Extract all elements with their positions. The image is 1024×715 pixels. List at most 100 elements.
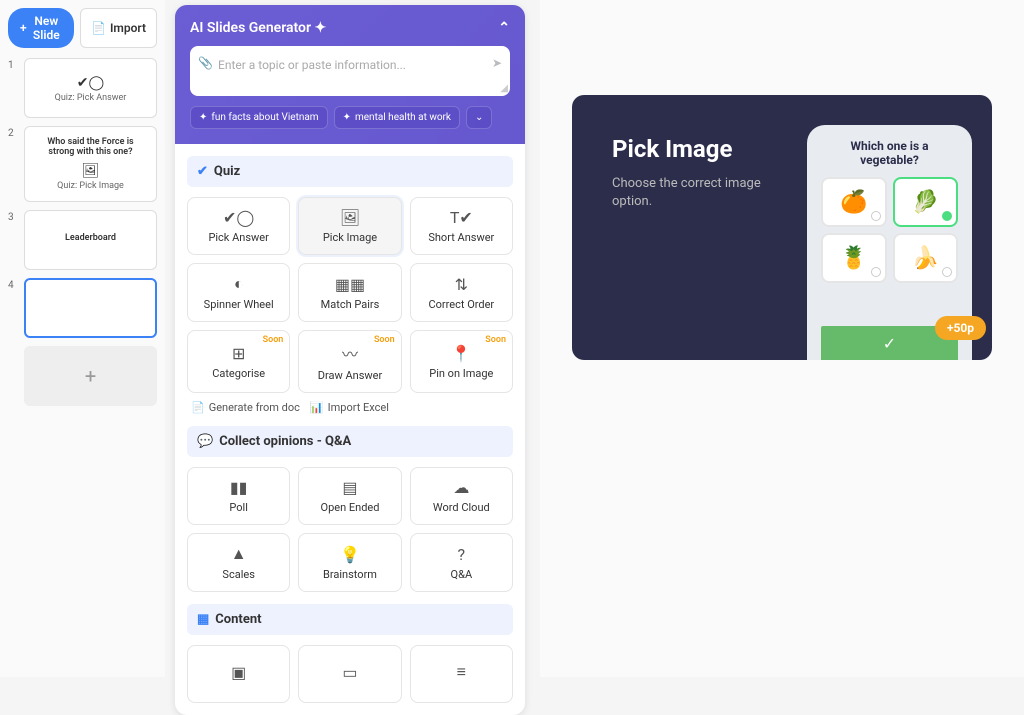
sparkle-icon: ✦ <box>343 112 351 123</box>
layout-icon: ▭ <box>342 663 357 682</box>
attachment-icon[interactable]: 📎 <box>198 56 213 70</box>
ai-topic-input[interactable] <box>198 58 502 72</box>
slide-number: 3 <box>8 210 18 270</box>
opinions-tiles: ▮▮Poll ▤Open Ended ☁Word Cloud ▲Scales 💡… <box>187 467 513 592</box>
tile-match-pairs[interactable]: ▦▦Match Pairs <box>298 263 401 322</box>
slide-card[interactable]: Leaderboard <box>24 210 157 270</box>
section-title: Quiz <box>214 164 240 179</box>
slide-number: 4 <box>8 278 18 338</box>
tile-pick-image[interactable]: 🖼 Pick Image <box>298 197 401 255</box>
tile-content-2[interactable]: ▭ <box>298 645 401 703</box>
slide-title: Leaderboard <box>65 233 116 243</box>
section-title: Content <box>215 612 261 627</box>
content-icon: ▦ <box>197 612 209 627</box>
radio-icon <box>942 211 952 221</box>
phone-question: Which one is a vegetable? <box>821 139 958 167</box>
tile-label: Word Cloud <box>433 501 490 514</box>
option-emoji: 🍍 <box>840 246 867 271</box>
suggestion-text: fun facts about Vietnam <box>211 112 318 123</box>
slide-thumb-1: 1 ✔◯ Quiz: Pick Answer <box>8 58 157 118</box>
tile-poll[interactable]: ▮▮Poll <box>187 467 290 525</box>
sidebar-toolbar: + New Slide 📄 Import <box>8 8 157 48</box>
tile-draw-answer[interactable]: Soon〰Draw Answer <box>298 330 401 393</box>
tile-categorise[interactable]: Soon⊞Categorise <box>187 330 290 393</box>
ai-suggestions: ✦ fun facts about Vietnam ✦ mental healt… <box>190 106 510 129</box>
slide-type-icon: ✔◯ <box>77 75 104 91</box>
quiz-section-header: ✔ Quiz <box>187 156 513 187</box>
ai-generator-header: AI Slides Generator ✦ ⌃ <box>190 20 510 36</box>
radio-icon <box>871 267 881 277</box>
tile-spinner-wheel[interactable]: ◐ Spinner Wheel <box>187 263 290 322</box>
tile-open-ended[interactable]: ▤Open Ended <box>298 467 401 525</box>
slide-thumb-4: 4 <box>8 278 157 338</box>
layout-icon: ▣ <box>231 663 246 682</box>
new-slide-button[interactable]: + New Slide <box>8 8 74 48</box>
soon-badge: Soon <box>485 335 506 345</box>
plus-icon: + <box>85 364 96 388</box>
collapse-icon[interactable]: ⌃ <box>498 20 510 36</box>
tile-label: Brainstorm <box>323 568 377 581</box>
slide-card-selected[interactable] <box>24 278 157 338</box>
chat-icon: 💬 <box>197 434 213 449</box>
import-excel-link[interactable]: 📊Import Excel <box>310 401 389 414</box>
preview-text: Pick Image Choose the correct image opti… <box>572 95 807 360</box>
slide-card[interactable]: Who said the Force is strong with this o… <box>24 126 157 202</box>
slide-thumb-2: 2 Who said the Force is strong with this… <box>8 126 157 202</box>
slide-thumb-3: 3 Leaderboard <box>8 210 157 270</box>
slide-subtitle: Quiz: Pick Answer <box>55 93 127 103</box>
tile-brainstorm[interactable]: 💡Brainstorm <box>298 533 401 592</box>
send-icon[interactable]: ➤ <box>492 56 502 70</box>
radio-icon <box>942 267 952 277</box>
slides-sidebar: + New Slide 📄 Import 1 ✔◯ Quiz: Pick Ans… <box>0 0 165 677</box>
add-slide-button[interactable]: + <box>24 346 157 406</box>
excel-icon: 📊 <box>310 401 324 414</box>
import-icon: 📄 <box>91 21 106 35</box>
check-circle-icon: ✔ <box>197 164 208 179</box>
tile-word-cloud[interactable]: ☁Word Cloud <box>410 467 513 525</box>
preview-area: Pick Image Choose the correct image opti… <box>540 0 1024 677</box>
tile-correct-order[interactable]: ⇅Correct Order <box>410 263 513 322</box>
preview-description: Choose the correct image option. <box>612 175 762 211</box>
spinner-icon: ◐ <box>234 274 244 294</box>
short-answer-icon: T✔ <box>450 208 473 227</box>
content-section-header: ▦ Content <box>187 604 513 635</box>
slide-title: Who said the Force is strong with this o… <box>35 137 146 157</box>
tile-label: Scales <box>222 568 254 581</box>
categorise-icon: ⊞ <box>232 344 245 363</box>
tile-short-answer[interactable]: T✔Short Answer <box>410 197 513 255</box>
tile-label: Draw Answer <box>318 369 382 382</box>
tile-label: Pin on Image <box>429 367 493 380</box>
tile-label: Pick Image <box>323 231 377 244</box>
pick-image-icon: 🖼 <box>340 208 360 227</box>
generate-from-doc-link[interactable]: 📄Generate from doc <box>191 401 300 414</box>
quiz-tiles: ✔◯Pick Answer 🖼 Pick Image T✔Short Answer… <box>187 197 513 393</box>
tile-qa[interactable]: ?Q&A <box>410 533 513 592</box>
tile-pick-answer[interactable]: ✔◯Pick Answer <box>187 197 290 255</box>
tile-pin-on-image[interactable]: Soon📍Pin on Image <box>410 330 513 393</box>
check-icon: ✓ <box>883 334 896 353</box>
preview-title: Pick Image <box>612 135 807 163</box>
tile-label: Spinner Wheel <box>204 298 274 311</box>
slide-thumb-add: + <box>8 346 157 406</box>
tile-label: Q&A <box>451 568 473 581</box>
slide-card[interactable]: ✔◯ Quiz: Pick Answer <box>24 58 157 118</box>
opinions-section: 💬 Collect opinions - Q&A ▮▮Poll ▤Open En… <box>175 426 525 604</box>
tile-content-3[interactable]: ≡ <box>410 645 513 703</box>
import-button[interactable]: 📄 Import <box>80 8 157 48</box>
ai-suggestion-chip[interactable]: ✦ fun facts about Vietnam <box>190 106 328 129</box>
slide-number: 2 <box>8 126 18 202</box>
more-suggestions-button[interactable]: ⌄ <box>466 106 492 129</box>
tile-content-1[interactable]: ▣ <box>187 645 290 703</box>
ai-suggestion-chip[interactable]: ✦ mental health at work <box>334 106 460 129</box>
tile-label: Poll <box>229 501 248 514</box>
tile-label: Categorise <box>212 367 265 380</box>
open-ended-icon: ▤ <box>342 478 357 497</box>
resize-handle-icon[interactable]: ◢ <box>500 83 508 94</box>
slide-type-panel: AI Slides Generator ✦ ⌃ 📎 ➤ ◢ ✦ fun fact… <box>175 5 525 715</box>
phone-option: 🍊 <box>821 177 887 227</box>
tile-scales[interactable]: ▲Scales <box>187 533 290 592</box>
phone-options-grid: 🍊 🥬 🍍 🍌 <box>821 177 958 283</box>
radio-icon <box>871 211 881 221</box>
import-label: Import <box>110 21 146 35</box>
opinions-section-header: 💬 Collect opinions - Q&A <box>187 426 513 457</box>
